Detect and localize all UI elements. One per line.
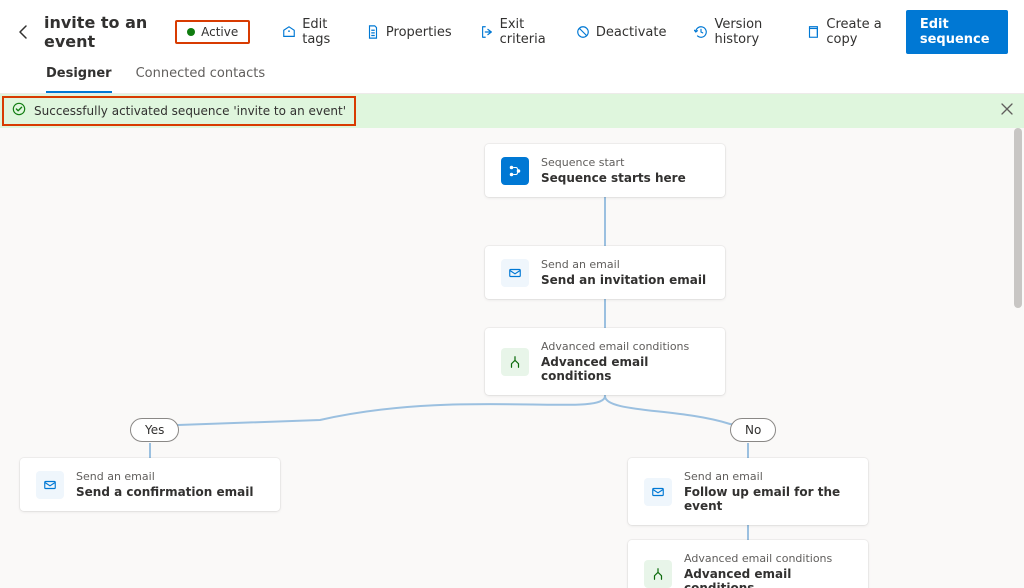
node-title-label: Follow up email for the event <box>684 485 852 513</box>
tab-designer[interactable]: Designer <box>46 66 112 93</box>
branch-icon <box>644 560 672 588</box>
deactivate-label: Deactivate <box>596 25 667 40</box>
node-title-label: Sequence starts here <box>541 171 686 185</box>
designer-canvas[interactable]: Sequence start Sequence starts here Send… <box>0 128 1024 588</box>
node-type-label: Send an email <box>541 258 706 271</box>
create-copy-button[interactable]: Create a copy <box>798 11 893 53</box>
exit-criteria-label: Exit criteria <box>500 17 548 47</box>
properties-label: Properties <box>386 25 452 40</box>
vertical-scrollbar[interactable] <box>1014 128 1022 588</box>
node-type-label: Sequence start <box>541 156 686 169</box>
node-type-label: Advanced email conditions <box>684 552 852 565</box>
deactivate-button[interactable]: Deactivate <box>568 19 675 46</box>
tab-connected-label: Connected contacts <box>136 66 266 81</box>
version-history-label: Version history <box>714 17 778 47</box>
node-advanced-conditions-1[interactable]: Advanced email conditions Advanced email… <box>485 328 725 395</box>
exit-criteria-button[interactable]: Exit criteria <box>472 11 556 53</box>
node-title-label: Send a confirmation email <box>76 485 253 499</box>
node-sequence-start[interactable]: Sequence start Sequence starts here <box>485 144 725 197</box>
node-type-label: Advanced email conditions <box>541 340 709 353</box>
edit-tags-label: Edit tags <box>302 17 338 47</box>
status-text: Active <box>201 25 238 39</box>
banner-text: Successfully activated sequence 'invite … <box>34 104 346 118</box>
tab-bar: Designer Connected contacts <box>0 54 1024 94</box>
email-icon <box>644 478 672 506</box>
node-follow-up-email[interactable]: Send an email Follow up email for the ev… <box>628 458 868 525</box>
tab-connected-contacts[interactable]: Connected contacts <box>136 66 266 93</box>
tag-icon <box>282 25 296 39</box>
close-icon[interactable] <box>1000 102 1014 120</box>
start-icon <box>501 157 529 185</box>
branch-yes-text: Yes <box>145 423 164 437</box>
status-badge: Active <box>175 20 250 44</box>
document-icon <box>366 25 380 39</box>
history-icon <box>694 25 708 39</box>
branch-label-yes: Yes <box>130 418 179 442</box>
version-history-button[interactable]: Version history <box>686 11 786 53</box>
scrollbar-thumb[interactable] <box>1014 128 1022 308</box>
email-icon <box>501 259 529 287</box>
edit-sequence-label: Edit sequence <box>920 17 990 47</box>
node-advanced-conditions-2[interactable]: Advanced email conditions Advanced email… <box>628 540 868 588</box>
node-send-confirmation-email[interactable]: Send an email Send a confirmation email <box>20 458 280 511</box>
branch-label-no: No <box>730 418 776 442</box>
node-title-label: Send an invitation email <box>541 273 706 287</box>
node-send-invitation-email[interactable]: Send an email Send an invitation email <box>485 246 725 299</box>
status-dot-icon <box>187 28 195 36</box>
copy-icon <box>806 25 820 39</box>
deactivate-icon <box>576 25 590 39</box>
success-banner: Successfully activated sequence 'invite … <box>0 94 1024 128</box>
branch-icon <box>501 348 529 376</box>
edit-tags-button[interactable]: Edit tags <box>274 11 346 53</box>
page-title: invite to an event <box>44 13 159 51</box>
tab-designer-label: Designer <box>46 66 112 81</box>
node-title-label: Advanced email conditions <box>541 355 709 383</box>
properties-button[interactable]: Properties <box>358 19 460 46</box>
exit-icon <box>480 25 494 39</box>
header-bar: invite to an event Active Edit tags Prop… <box>0 0 1024 54</box>
node-type-label: Send an email <box>76 470 253 483</box>
check-circle-icon <box>12 102 26 120</box>
node-type-label: Send an email <box>684 470 852 483</box>
create-copy-label: Create a copy <box>826 17 885 47</box>
back-icon[interactable] <box>16 24 32 40</box>
node-title-label: Advanced email conditions <box>684 567 852 588</box>
email-icon <box>36 471 64 499</box>
edit-sequence-button[interactable]: Edit sequence <box>906 10 1008 54</box>
branch-no-text: No <box>745 423 761 437</box>
